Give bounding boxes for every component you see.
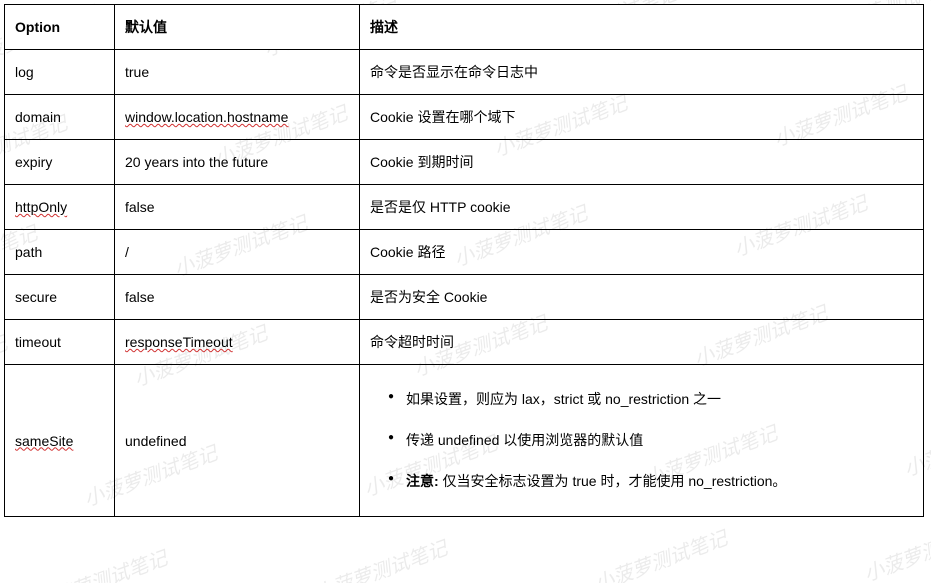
table-row: path / Cookie 路径 bbox=[5, 230, 924, 275]
cell-option: sameSite bbox=[5, 365, 115, 517]
cell-default: responseTimeout bbox=[115, 320, 360, 365]
table-row: secure false 是否为安全 Cookie bbox=[5, 275, 924, 320]
table-row: log true 命令是否显示在命令日志中 bbox=[5, 50, 924, 95]
watermark: 小菠萝测试笔记 bbox=[29, 542, 170, 583]
table-row: sameSite undefined 如果设置，则应为 lax，strict 或… bbox=[5, 365, 924, 517]
watermark: 小菠萝测试笔记 bbox=[589, 522, 730, 583]
note-text: 仅当安全标志设置为 true 时，才能使用 no_restriction。 bbox=[439, 473, 787, 489]
spell-marked-text: httpOnly bbox=[15, 199, 67, 215]
cell-default: undefined bbox=[115, 365, 360, 517]
cell-default: false bbox=[115, 185, 360, 230]
cell-description: 是否为安全 Cookie bbox=[360, 275, 924, 320]
cell-option: domain bbox=[5, 95, 115, 140]
cell-default: false bbox=[115, 275, 360, 320]
spell-marked-text: sameSite bbox=[15, 433, 73, 449]
table-row: domain window.location.hostname Cookie 设… bbox=[5, 95, 924, 140]
cell-default: 20 years into the future bbox=[115, 140, 360, 185]
cell-default: window.location.hostname bbox=[115, 95, 360, 140]
samesite-bullet-list: 如果设置，则应为 lax，strict 或 no_restriction 之一 … bbox=[370, 373, 913, 508]
cell-description: Cookie 路径 bbox=[360, 230, 924, 275]
list-item: 注意: 仅当安全标志设置为 true 时，才能使用 no_restriction… bbox=[388, 461, 913, 502]
watermark: 小菠萝测试笔记 bbox=[309, 532, 450, 583]
table-row: timeout responseTimeout 命令超时时间 bbox=[5, 320, 924, 365]
watermark: 小菠萝测试笔记 bbox=[859, 512, 931, 583]
cell-option: httpOnly bbox=[5, 185, 115, 230]
cell-default: / bbox=[115, 230, 360, 275]
table-header-row: Option 默认值 描述 bbox=[5, 5, 924, 50]
cell-option: log bbox=[5, 50, 115, 95]
cell-option: timeout bbox=[5, 320, 115, 365]
header-description: 描述 bbox=[360, 5, 924, 50]
header-option: Option bbox=[5, 5, 115, 50]
cell-description: 命令超时时间 bbox=[360, 320, 924, 365]
cell-option: path bbox=[5, 230, 115, 275]
cell-description: Cookie 设置在哪个域下 bbox=[360, 95, 924, 140]
spell-marked-text: responseTimeout bbox=[125, 334, 233, 350]
cell-description: 是否是仅 HTTP cookie bbox=[360, 185, 924, 230]
cell-description: 如果设置，则应为 lax，strict 或 no_restriction 之一 … bbox=[360, 365, 924, 517]
note-label: 注意: bbox=[406, 473, 439, 489]
cell-option: secure bbox=[5, 275, 115, 320]
table-row: httpOnly false 是否是仅 HTTP cookie bbox=[5, 185, 924, 230]
list-item: 传递 undefined 以使用浏览器的默认值 bbox=[388, 420, 913, 461]
options-table: Option 默认值 描述 log true 命令是否显示在命令日志中 doma… bbox=[4, 4, 924, 517]
spell-marked-text: window.location.hostname bbox=[125, 109, 288, 125]
cell-description: Cookie 到期时间 bbox=[360, 140, 924, 185]
options-table-wrapper: Option 默认值 描述 log true 命令是否显示在命令日志中 doma… bbox=[0, 0, 931, 521]
cell-option: expiry bbox=[5, 140, 115, 185]
list-item: 如果设置，则应为 lax，strict 或 no_restriction 之一 bbox=[388, 379, 913, 420]
header-default: 默认值 bbox=[115, 5, 360, 50]
cell-description: 命令是否显示在命令日志中 bbox=[360, 50, 924, 95]
table-row: expiry 20 years into the future Cookie 到… bbox=[5, 140, 924, 185]
cell-default: true bbox=[115, 50, 360, 95]
